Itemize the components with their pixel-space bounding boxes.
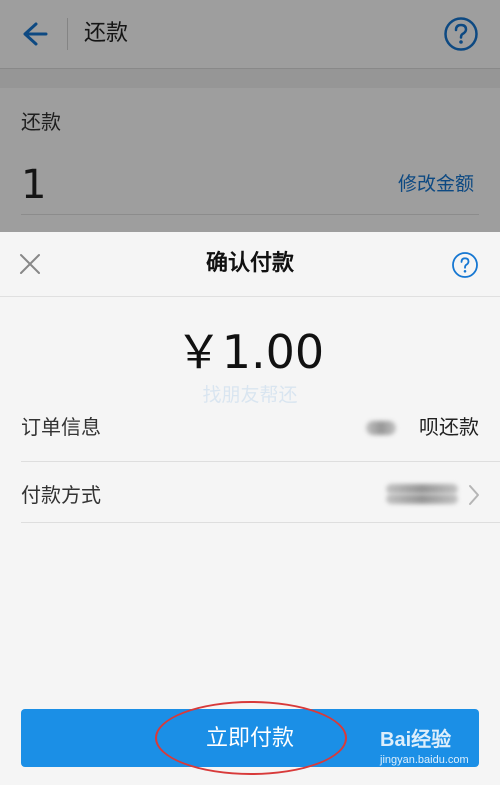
watermark-brand: Bai经验	[380, 729, 452, 751]
help-icon	[452, 252, 478, 278]
order-info-row[interactable]: 订单信息 呗还款	[0, 394, 500, 460]
sheet-header: 确认付款	[0, 232, 500, 296]
chevron-right-icon	[468, 484, 480, 506]
watermark: Bai经验 jingyan.baidu.com	[380, 727, 495, 777]
blurred-text	[386, 494, 458, 504]
watermark-url: jingyan.baidu.com	[380, 754, 469, 766]
sheet-title: 确认付款	[205, 251, 294, 276]
payment-amount: ￥1.00	[175, 325, 325, 379]
payment-method-row[interactable]: 付款方式	[0, 462, 500, 528]
highlight-circle-annotation	[155, 701, 347, 775]
blurred-text	[386, 484, 458, 494]
header-divider	[0, 296, 500, 297]
order-info-label: 订单信息	[21, 415, 101, 439]
blurred-text	[366, 421, 396, 435]
payment-sheet: 确认付款 找朋友帮还 ￥1.00 订单信息 呗还款 付款方式 立即付款 Bai经…	[0, 232, 500, 785]
sheet-help-button[interactable]	[451, 251, 479, 279]
divider	[21, 522, 500, 523]
payment-method-label: 付款方式	[21, 483, 101, 507]
order-info-value: 呗还款	[419, 415, 479, 439]
